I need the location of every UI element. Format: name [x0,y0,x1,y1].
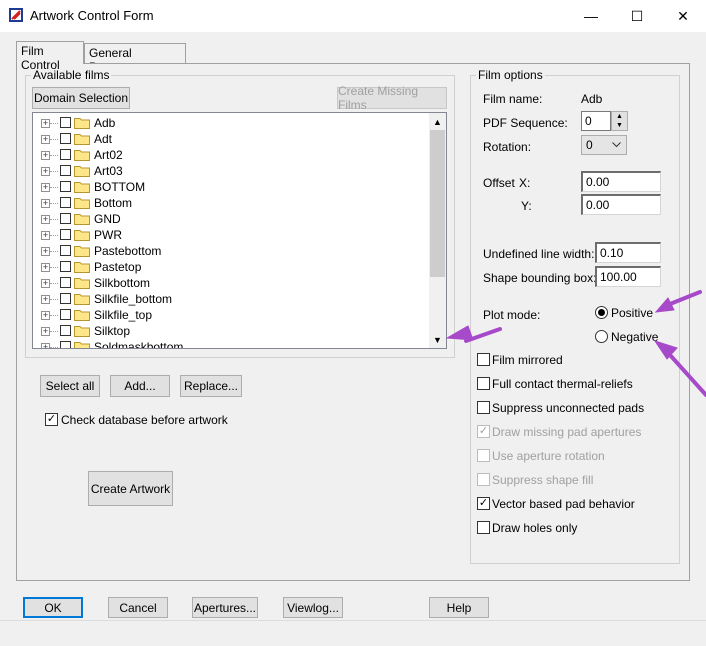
tab-film-control-label: Film Control [21,44,60,72]
ok-button[interactable]: OK [23,597,83,618]
cancel-button[interactable]: Cancel [108,597,168,618]
viewlog-button[interactable]: Viewlog... [283,597,343,618]
annotation-arrows [445,290,706,397]
help-button[interactable]: Help [429,597,489,618]
tab-film-control[interactable]: Film Control [16,41,84,72]
arrow-negative-shaft [668,353,706,397]
arrow-plot-mode-head [445,325,474,341]
arrow-positive-head [654,297,675,313]
apertures-button[interactable]: Apertures... [192,597,258,618]
status-bar [0,620,706,646]
